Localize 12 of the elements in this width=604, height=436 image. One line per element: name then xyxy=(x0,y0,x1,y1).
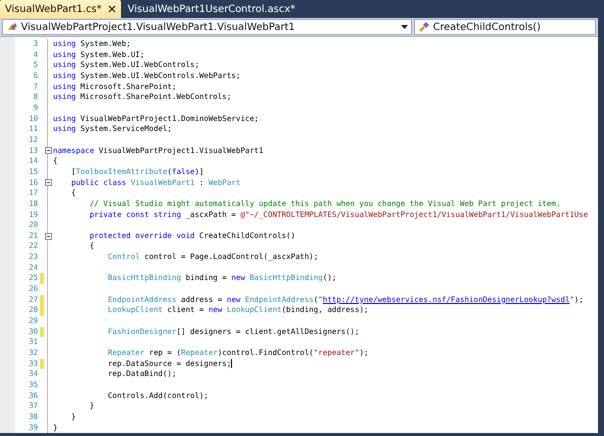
close-icon[interactable] xyxy=(108,5,116,13)
text-cursor xyxy=(231,359,232,368)
caret-icon xyxy=(401,25,408,29)
class-icon xyxy=(6,21,18,33)
collapse-icon[interactable] xyxy=(44,179,52,186)
member-dropdown[interactable]: CreateChildControls() xyxy=(414,19,596,35)
file-tab[interactable]: VisualWebPart1UserControl.ascx* xyxy=(122,0,300,18)
method-icon xyxy=(418,21,430,33)
file-tab[interactable]: VisualWebPart1.cs* xyxy=(0,0,121,18)
collapse-icon[interactable] xyxy=(44,232,52,240)
type-dropdown[interactable]: VisualWebPartProject1.VisualWebPart1.VisualWebPart1 xyxy=(2,19,412,35)
collapse-icon[interactable] xyxy=(44,147,52,154)
